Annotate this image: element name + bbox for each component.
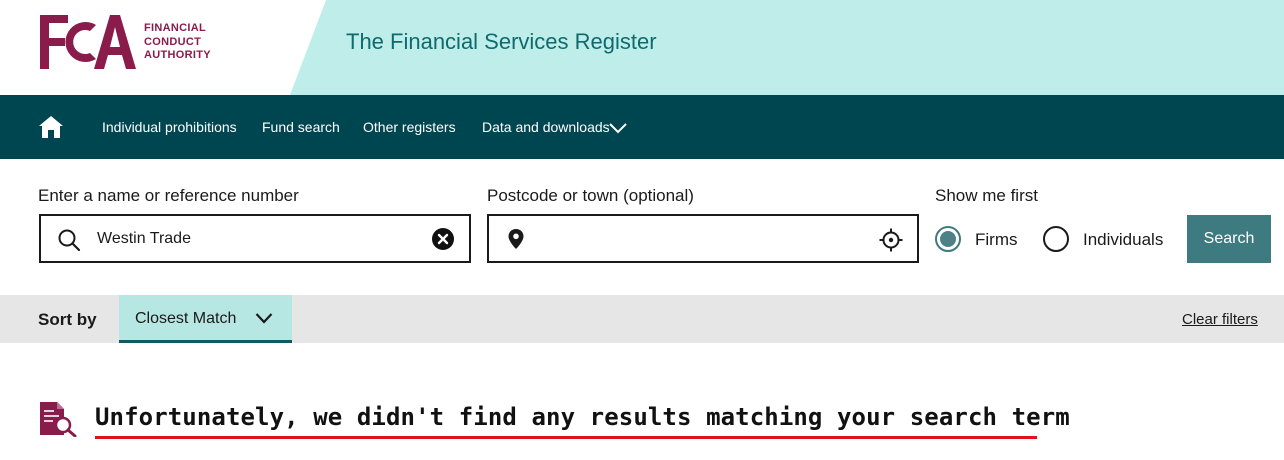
clear-filters-link[interactable]: Clear filters (1182, 311, 1258, 328)
sort-select[interactable]: Closest Match (119, 295, 292, 343)
postcode-input[interactable] (545, 228, 865, 250)
fca-logo-mark (40, 15, 136, 69)
firms-radio[interactable] (935, 226, 961, 252)
home-icon[interactable] (38, 115, 64, 139)
sort-by-label: Sort by (38, 310, 97, 329)
postcode-field[interactable] (487, 214, 919, 263)
register-title[interactable]: The Financial Services Register (346, 29, 657, 55)
individuals-radio[interactable] (1043, 226, 1069, 252)
name-search-field[interactable] (39, 214, 471, 263)
nav-individual-prohibitions[interactable]: Individual prohibitions (102, 119, 237, 135)
logo-word: FINANCIAL (144, 22, 206, 34)
logo-wordmark: FINANCIAL CONDUCT AUTHORITY (144, 22, 211, 63)
name-field-label: Enter a name or reference number (38, 186, 299, 205)
nav-data-and-downloads[interactable]: Data and downloads (482, 119, 610, 135)
no-results-message: Unfortunately, we didn't find any result… (95, 403, 1070, 431)
logo-word: AUTHORITY (144, 49, 211, 61)
sort-bar: Sort by Closest Match Clear filters (0, 295, 1284, 343)
locate-me-icon[interactable] (879, 228, 903, 252)
location-pin-icon (508, 229, 524, 249)
individuals-radio-label[interactable]: Individuals (1083, 230, 1163, 250)
name-search-input[interactable] (97, 228, 417, 250)
main-nav: Individual prohibitions Fund search Othe… (0, 95, 1284, 159)
sort-selected-value: Closest Match (135, 310, 237, 327)
chevron-down-icon (255, 313, 273, 324)
search-icon (58, 229, 81, 252)
document-search-icon (40, 402, 77, 437)
fca-logo[interactable]: FINANCIAL CONDUCT AUTHORITY (38, 13, 238, 71)
spellcheck-underline (95, 436, 1037, 439)
site-header: FINANCIAL CONDUCT AUTHORITY The Financia… (0, 0, 1284, 95)
show-first-label: Show me first (935, 186, 1038, 205)
search-button[interactable]: Search (1187, 215, 1271, 263)
nav-other-registers[interactable]: Other registers (363, 119, 456, 135)
clear-input-icon[interactable] (432, 228, 454, 250)
logo-word: CONDUCT (144, 35, 202, 48)
postcode-field-label: Postcode or town (optional) (487, 186, 694, 205)
nav-fund-search[interactable]: Fund search (262, 119, 340, 135)
firms-radio-label[interactable]: Firms (975, 230, 1017, 250)
chevron-down-icon[interactable] (608, 121, 628, 135)
